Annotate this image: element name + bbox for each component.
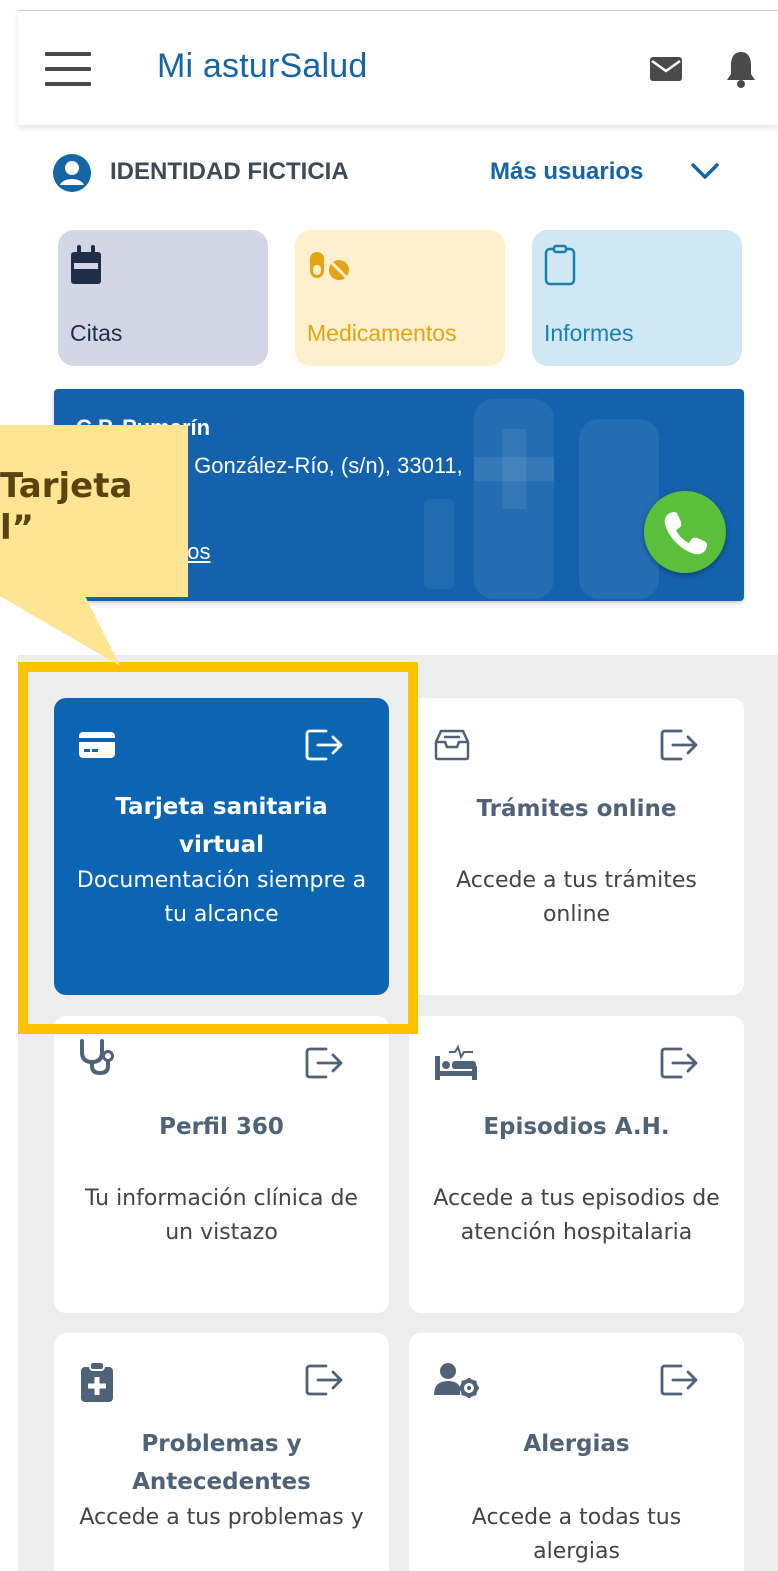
service-card-alergias[interactable]: Alergias Accede a todas tus alergias: [409, 1333, 744, 1571]
quick-tile-medicamentos[interactable]: Medicamentos: [295, 230, 505, 366]
quick-tile-informes[interactable]: Informes: [532, 230, 742, 366]
phone-icon: [664, 511, 708, 555]
app-header: Mi asturSalud: [18, 11, 778, 125]
clipboard-icon: [544, 244, 576, 286]
service-description: Accede a tus episodios de atención hospi…: [433, 1186, 720, 1245]
quick-tile-label: Citas: [70, 320, 123, 346]
service-description: Accede a tus trámites online: [456, 868, 697, 927]
callout-pointer: [0, 596, 120, 666]
service-description: Documentación siempre a tu alcance: [76, 868, 367, 927]
service-title: Tarjeta sanitaria virtual: [115, 794, 328, 858]
service-title: Trámites online: [476, 796, 677, 822]
hospital-bed-icon: [435, 1044, 477, 1080]
medical-clipboard-icon: [81, 1361, 113, 1402]
services-grid: Tarjeta sanitaria virtual Documentación …: [18, 655, 778, 1571]
exit-icon: [660, 1364, 698, 1396]
pills-icon: [310, 252, 349, 280]
callout-bubble: Tarjeta l”: [0, 425, 188, 597]
phone-call-button[interactable]: [644, 491, 726, 573]
quick-tile-citas[interactable]: Citas: [58, 230, 268, 366]
service-description: Accede a tus problemas y: [79, 1505, 364, 1530]
bell-icon[interactable]: [724, 49, 758, 89]
user-gear-icon: [434, 1363, 479, 1398]
user-name: IDENTIDAD FICTICIA: [110, 158, 349, 185]
menu-icon[interactable]: [45, 52, 91, 86]
service-card-problemas[interactable]: Problemas y Antecedentes Accede a tus pr…: [54, 1333, 389, 1571]
service-title: Problemas y Antecedentes: [132, 1431, 311, 1495]
inbox-icon: [434, 729, 470, 761]
user-selector: IDENTIDAD FICTICIA Más usuarios: [18, 148, 778, 198]
service-card-tramites-online[interactable]: Trámites online Accede a tus trámites on…: [409, 698, 744, 995]
service-description: Accede a todas tus alergias: [471, 1505, 682, 1564]
service-card-perfil-360[interactable]: Perfil 360 Tu información clínica de un …: [54, 1016, 389, 1313]
service-title: Alergias: [523, 1431, 630, 1457]
exit-icon: [660, 729, 698, 761]
stethoscope-icon: [80, 1039, 114, 1076]
service-card-tarjeta-sanitaria[interactable]: Tarjeta sanitaria virtual Documentación …: [54, 698, 389, 995]
service-title: Episodios A.H.: [483, 1114, 670, 1140]
user-avatar-icon: [53, 154, 91, 192]
callout-text: Tarjeta l”: [0, 466, 133, 548]
exit-icon: [305, 1364, 343, 1396]
mail-icon[interactable]: [649, 56, 683, 82]
app-title: Mi asturSalud: [157, 47, 368, 85]
quick-tile-label: Informes: [544, 320, 634, 346]
service-title: Perfil 360: [159, 1114, 284, 1140]
app-screen: Mi asturSalud IDENTIDAD FICTICIA Más usu…: [18, 0, 778, 1571]
card-icon: [79, 732, 115, 758]
chevron-down-icon[interactable]: [690, 160, 720, 182]
exit-icon: [660, 1047, 698, 1079]
service-description: Tu información clínica de un vistazo: [85, 1186, 358, 1245]
service-card-episodios[interactable]: Episodios A.H. Accede a tus episodios de…: [409, 1016, 744, 1313]
calendar-icon: [71, 245, 101, 284]
more-users-button[interactable]: Más usuarios: [490, 158, 643, 186]
exit-icon: [305, 1047, 343, 1079]
exit-icon: [305, 729, 343, 761]
quick-tile-label: Medicamentos: [307, 320, 457, 346]
